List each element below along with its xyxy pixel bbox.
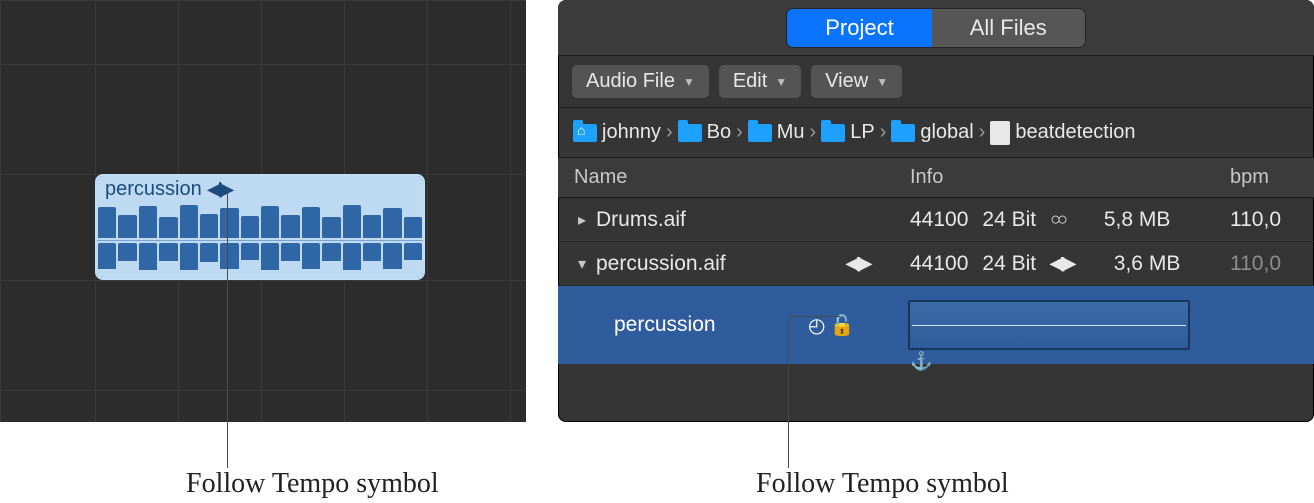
- sample-rate: 44100: [910, 252, 968, 276]
- bpm-value: 110,0: [1230, 208, 1314, 232]
- breadcrumb-label: johnny: [602, 121, 661, 144]
- callout-line: [227, 190, 228, 468]
- tab-segmented-control: Project All Files: [787, 9, 1085, 47]
- menu-label: Edit: [733, 70, 767, 93]
- column-name[interactable]: Name: [558, 166, 808, 189]
- folder-icon: [821, 124, 845, 142]
- region-row[interactable]: percussion ◴ 🔓 ⚓: [558, 286, 1314, 364]
- region-name: percussion: [558, 313, 808, 337]
- breadcrumb-separator-icon: ›: [977, 121, 988, 144]
- folder-icon: [748, 124, 772, 142]
- bpm-value: 110,0: [1230, 252, 1314, 276]
- file-size: 3,6 MB: [1114, 252, 1181, 276]
- breadcrumb-label: LP: [850, 121, 874, 144]
- region-name: percussion: [105, 178, 202, 201]
- tab-bar: Project All Files: [558, 0, 1314, 56]
- tab-all-files[interactable]: All Files: [932, 9, 1085, 47]
- chevron-down-icon: ▼: [876, 75, 888, 89]
- menu-edit[interactable]: Edit ▼: [719, 65, 801, 98]
- bit-depth: 24 Bit: [982, 252, 1036, 276]
- folder-icon: [678, 124, 702, 142]
- column-bpm[interactable]: bpm: [1230, 166, 1314, 189]
- audio-region[interactable]: percussion ◀▶: [95, 174, 425, 280]
- sample-rate: 44100: [910, 208, 968, 232]
- follow-tempo-icon: ◀▶: [846, 253, 870, 274]
- callout-label: Follow Tempo symbol: [186, 468, 439, 500]
- chevron-down-icon: ▼: [775, 75, 787, 89]
- file-icon: [990, 121, 1010, 145]
- breadcrumb-separator-icon: ›: [808, 121, 819, 144]
- browser-panel: Project All Files Audio File ▼ Edit ▼ Vi…: [558, 0, 1314, 422]
- region-overview[interactable]: ⚓: [908, 300, 1210, 350]
- column-info[interactable]: Info: [908, 166, 1230, 189]
- chevron-down-icon[interactable]: ▾: [574, 254, 590, 274]
- table-header: Name Info bpm: [558, 158, 1314, 198]
- chevron-right-icon[interactable]: ▸: [574, 210, 590, 230]
- stereo-icon: ○○: [1050, 209, 1064, 230]
- breadcrumb-separator-icon: ›: [734, 121, 745, 144]
- breadcrumb-item[interactable]: johnny: [570, 119, 664, 146]
- breadcrumb-separator-icon: ›: [878, 121, 889, 144]
- anchor-icon: ⚓: [910, 351, 932, 372]
- breadcrumb-item[interactable]: LP: [818, 119, 877, 146]
- menu-audio-file[interactable]: Audio File ▼: [572, 65, 709, 98]
- callout-line: [788, 316, 789, 468]
- home-folder-icon: [573, 124, 597, 142]
- breadcrumb-item[interactable]: Bo: [675, 119, 734, 146]
- breadcrumb-separator-icon: ›: [664, 121, 675, 144]
- table-row[interactable]: ▸ Drums.aif 44100 24 Bit ○○ 5,8 MB 110,0: [558, 198, 1314, 242]
- bit-depth: 24 Bit: [982, 208, 1036, 232]
- breadcrumb: johnny › Bo › Mu › LP › global › beatdet…: [558, 108, 1314, 158]
- breadcrumb-item[interactable]: global: [888, 119, 976, 146]
- follow-tempo-icon: ◀▶: [1050, 253, 1074, 274]
- region-header: percussion ◀▶: [97, 176, 423, 202]
- file-size: 5,8 MB: [1104, 208, 1171, 232]
- waveform: [97, 202, 423, 278]
- menu-label: Audio File: [586, 70, 675, 93]
- timeline-area: percussion ◀▶: [0, 0, 526, 422]
- callout-line: [788, 316, 840, 317]
- table-row[interactable]: ▾ percussion.aif ◀▶ 44100 24 Bit ◀▶ 3,6 …: [558, 242, 1314, 286]
- breadcrumb-label: beatdetection: [1015, 121, 1135, 144]
- breadcrumb-item[interactable]: beatdetection: [987, 119, 1138, 147]
- tab-project[interactable]: Project: [787, 9, 931, 47]
- menu-label: View: [825, 70, 868, 93]
- folder-icon: [891, 124, 915, 142]
- breadcrumb-label: Mu: [777, 121, 805, 144]
- file-name: Drums.aif: [596, 208, 686, 232]
- breadcrumb-item[interactable]: Mu: [745, 119, 808, 146]
- breadcrumb-label: Bo: [707, 121, 731, 144]
- callout-label: Follow Tempo symbol: [756, 468, 1009, 500]
- chevron-down-icon: ▼: [683, 75, 695, 89]
- menu-bar: Audio File ▼ Edit ▼ View ▼: [558, 56, 1314, 108]
- breadcrumb-label: global: [920, 121, 973, 144]
- file-name: percussion.aif: [596, 252, 726, 276]
- menu-view[interactable]: View ▼: [811, 65, 902, 98]
